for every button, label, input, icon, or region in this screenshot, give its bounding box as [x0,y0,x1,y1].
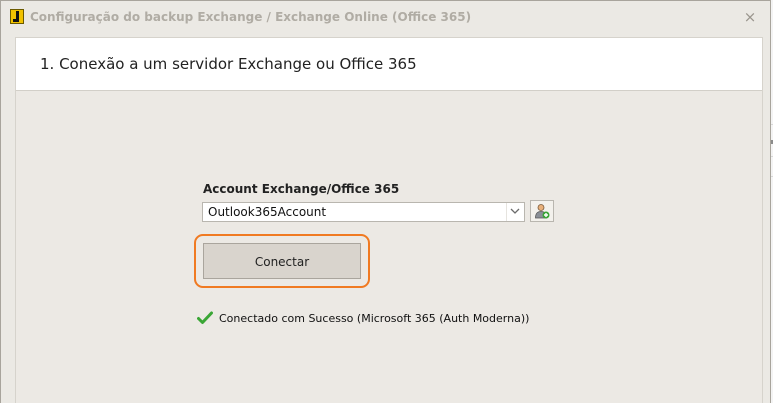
account-selected-value: Outlook365Account [208,205,327,219]
app-logo-icon [10,9,24,24]
status-text: Conectado com Sucesso (Microsoft 365 (Au… [219,312,530,325]
account-label: Account Exchange/Office 365 [203,182,400,196]
title-bar[interactable]: Configuração do backup Exchange / Exchan… [1,1,770,34]
step-title: 1. Conexão a um servidor Exchange ou Off… [40,55,417,73]
backup-config-dialog: Configuração do backup Exchange / Exchan… [0,0,771,403]
connect-button[interactable]: Conectar [203,243,361,279]
wizard-content: 1. Conexão a um servidor Exchange ou Off… [15,37,763,403]
add-account-button[interactable] [530,200,554,222]
window-title: Configuração do backup Exchange / Exchan… [30,10,472,24]
user-add-icon [535,204,550,219]
account-select[interactable]: Outlook365Account [202,202,525,222]
chevron-down-icon[interactable] [506,203,524,221]
close-button[interactable]: × [742,8,758,26]
check-icon [197,311,213,324]
step-header: 1. Conexão a um servidor Exchange ou Off… [16,38,762,91]
